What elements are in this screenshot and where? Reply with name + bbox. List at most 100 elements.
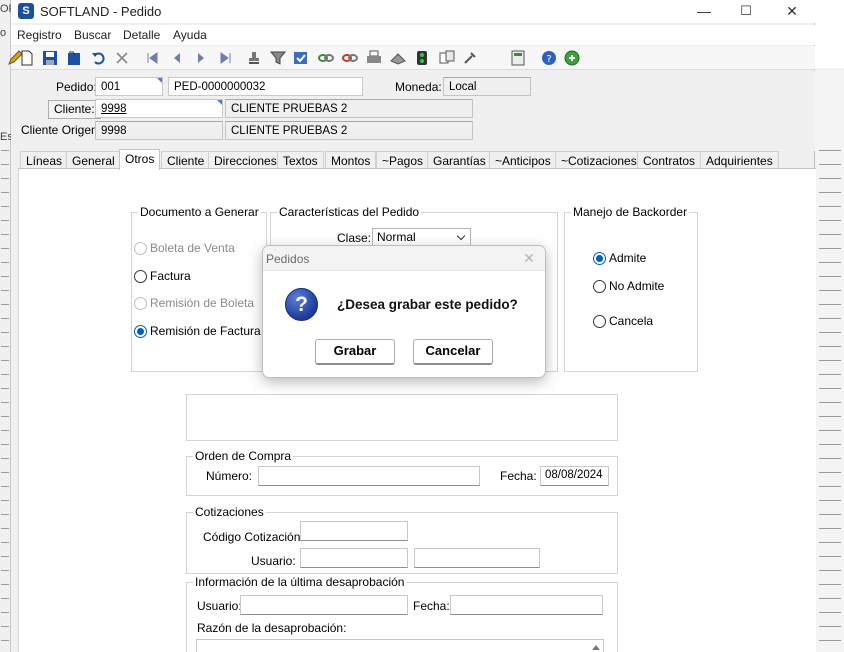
background-window-left: OF o Es [0, 0, 15, 652]
tab-cotizaciones[interactable]: ~Cotizaciones [555, 151, 643, 169]
filter-icon[interactable] [270, 50, 286, 66]
cliente-code-value: 9998 [101, 103, 127, 115]
tab-direcciones[interactable]: Direcciones [208, 151, 283, 169]
background-text-fragment: o [0, 27, 7, 39]
background-grid-lines [1, 150, 9, 650]
radio-remision-boleta[interactable]: Remisión de Boleta [134, 296, 254, 310]
moneda-label: Moneda: [395, 80, 442, 94]
moneda-field: Local [443, 77, 531, 96]
stamp-icon[interactable] [246, 50, 262, 66]
previous-record-icon[interactable] [169, 50, 185, 66]
menu-ayuda[interactable]: Ayuda [173, 28, 207, 42]
preview-icon[interactable] [390, 50, 406, 66]
cliente-button[interactable]: Cliente: [48, 100, 101, 119]
cliente-code-field[interactable]: 9998 [95, 99, 223, 118]
header-area: Pedido: 001 PED-0000000032 Moneda: Local… [11, 71, 815, 151]
radio-admite[interactable]: Admite [593, 251, 646, 265]
print-icon[interactable] [366, 50, 382, 66]
clase-label: Clase: [337, 231, 372, 245]
tools-icon[interactable] [462, 50, 478, 66]
pedido-code-field[interactable]: 001 [95, 77, 163, 96]
radio-boleta-venta[interactable]: Boleta de Venta [134, 241, 235, 255]
radio-circle [134, 241, 147, 255]
calculator-icon[interactable] [510, 50, 526, 66]
link-chain-icon[interactable] [318, 50, 334, 66]
radio-label: Admite [609, 251, 647, 265]
pedido-code-value: 001 [101, 81, 121, 93]
cotizaciones-group-title: Cotizaciones [193, 505, 266, 519]
menu-detalle[interactable]: Detalle [123, 28, 160, 42]
tab-general[interactable]: General [66, 151, 121, 169]
radio-factura[interactable]: Factura [134, 269, 191, 283]
tab-anticipos[interactable]: ~Anticipos [489, 151, 557, 169]
usuario-nombre-input[interactable] [414, 548, 540, 568]
radio-label: Remisión de Boleta [150, 296, 255, 310]
save-close-icon[interactable] [66, 50, 82, 66]
approve-check-icon[interactable] [293, 50, 309, 66]
tab-adquirientes[interactable]: Adquirientes [700, 151, 779, 169]
exit-icon[interactable] [564, 50, 580, 66]
dialog-titlebar[interactable]: Pedidos ✕ [263, 246, 545, 271]
title-bar[interactable]: S SOFTLAND - Pedido — ☐ ✕ [11, 0, 815, 23]
save-icon[interactable] [42, 50, 58, 66]
window-title: SOFTLAND - Pedido [40, 4, 162, 19]
radio-remision-factura[interactable]: Remisión de Factura [134, 324, 261, 338]
radio-circle [593, 279, 606, 293]
svg-text:?: ? [546, 54, 551, 65]
codigo-cotizacion-input[interactable] [300, 521, 408, 541]
razon-textarea[interactable] [196, 639, 604, 652]
maximize-button[interactable]: ☐ [723, 0, 769, 23]
scroll-up-icon[interactable] [591, 643, 601, 651]
dialog-message: ¿Desea grabar este pedido? [337, 297, 518, 312]
tab-textos[interactable]: Textos [277, 151, 324, 169]
menu-buscar[interactable]: Buscar [74, 28, 111, 42]
fecha-oc-input[interactable]: 08/08/2024 [540, 466, 609, 486]
confirm-dialog: Pedidos ✕ ? ¿Desea grabar este pedido? G… [262, 245, 546, 378]
pedido-number-field[interactable]: PED-0000000032 [168, 77, 363, 96]
tab-otros[interactable]: Otros [119, 149, 161, 170]
empty-info-box [186, 394, 618, 441]
tab-contratos[interactable]: Contratos [637, 151, 702, 169]
menu-bar: Registro Buscar Detalle Ayuda [11, 25, 815, 45]
radio-label: Factura [150, 269, 191, 283]
dialog-close-icon[interactable]: ✕ [523, 250, 535, 267]
radio-circle [134, 296, 147, 310]
grabar-button[interactable]: Grabar [315, 339, 395, 365]
background-window-right [815, 0, 844, 652]
dialog-title: Pedidos [266, 252, 310, 266]
traffic-light-icon[interactable] [414, 50, 430, 66]
tab-cliente[interactable]: Cliente [161, 151, 211, 169]
cancelar-button[interactable]: Cancelar [413, 339, 493, 365]
usuario-desaprobacion-label: Usuario: [197, 599, 242, 613]
undo-icon[interactable] [90, 50, 106, 66]
menu-registro[interactable]: Registro [17, 28, 62, 42]
numero-input[interactable] [258, 466, 480, 486]
tab-garantias[interactable]: Garantías [427, 151, 492, 169]
minimize-button[interactable]: — [681, 0, 727, 23]
fecha-desaprobacion-input[interactable] [450, 595, 603, 615]
unlink-chain-icon[interactable] [342, 50, 358, 66]
help-icon[interactable]: ? [541, 50, 557, 66]
radio-no-admite[interactable]: No Admite [593, 279, 664, 293]
usuario-cotizacion-label: Usuario: [251, 554, 296, 568]
orden-compra-group: Orden de Compra Número: Fecha: 08/08/202… [186, 449, 618, 496]
tab-montos[interactable]: Montos [325, 151, 377, 169]
softland-app-icon: S [18, 3, 34, 19]
razon-label: Razón de la desaprobación: [197, 621, 347, 635]
backorder-group-title: Manejo de Backorder [571, 205, 690, 219]
close-button[interactable]: ✕ [769, 0, 815, 23]
otros-tab-panel: Documento a Generar Boleta de Venta Fact… [18, 168, 816, 652]
delete-x-icon[interactable] [114, 50, 130, 66]
pedido-number-value: PED-0000000032 [174, 81, 266, 93]
last-record-icon[interactable] [218, 50, 234, 66]
first-record-icon[interactable] [144, 50, 160, 66]
usuario-cotizacion-input[interactable] [300, 548, 408, 568]
usuario-desaprobacion-input[interactable] [240, 595, 408, 615]
next-record-icon[interactable] [193, 50, 209, 66]
export-icon[interactable] [439, 50, 455, 66]
tab-lineas[interactable]: Líneas [20, 151, 69, 169]
tab-pagos[interactable]: ~Pagos [376, 151, 430, 169]
fecha-desaprobacion-label: Fecha: [413, 599, 450, 613]
new-document-icon[interactable] [19, 50, 35, 66]
radio-cancela[interactable]: Cancela [593, 314, 653, 328]
